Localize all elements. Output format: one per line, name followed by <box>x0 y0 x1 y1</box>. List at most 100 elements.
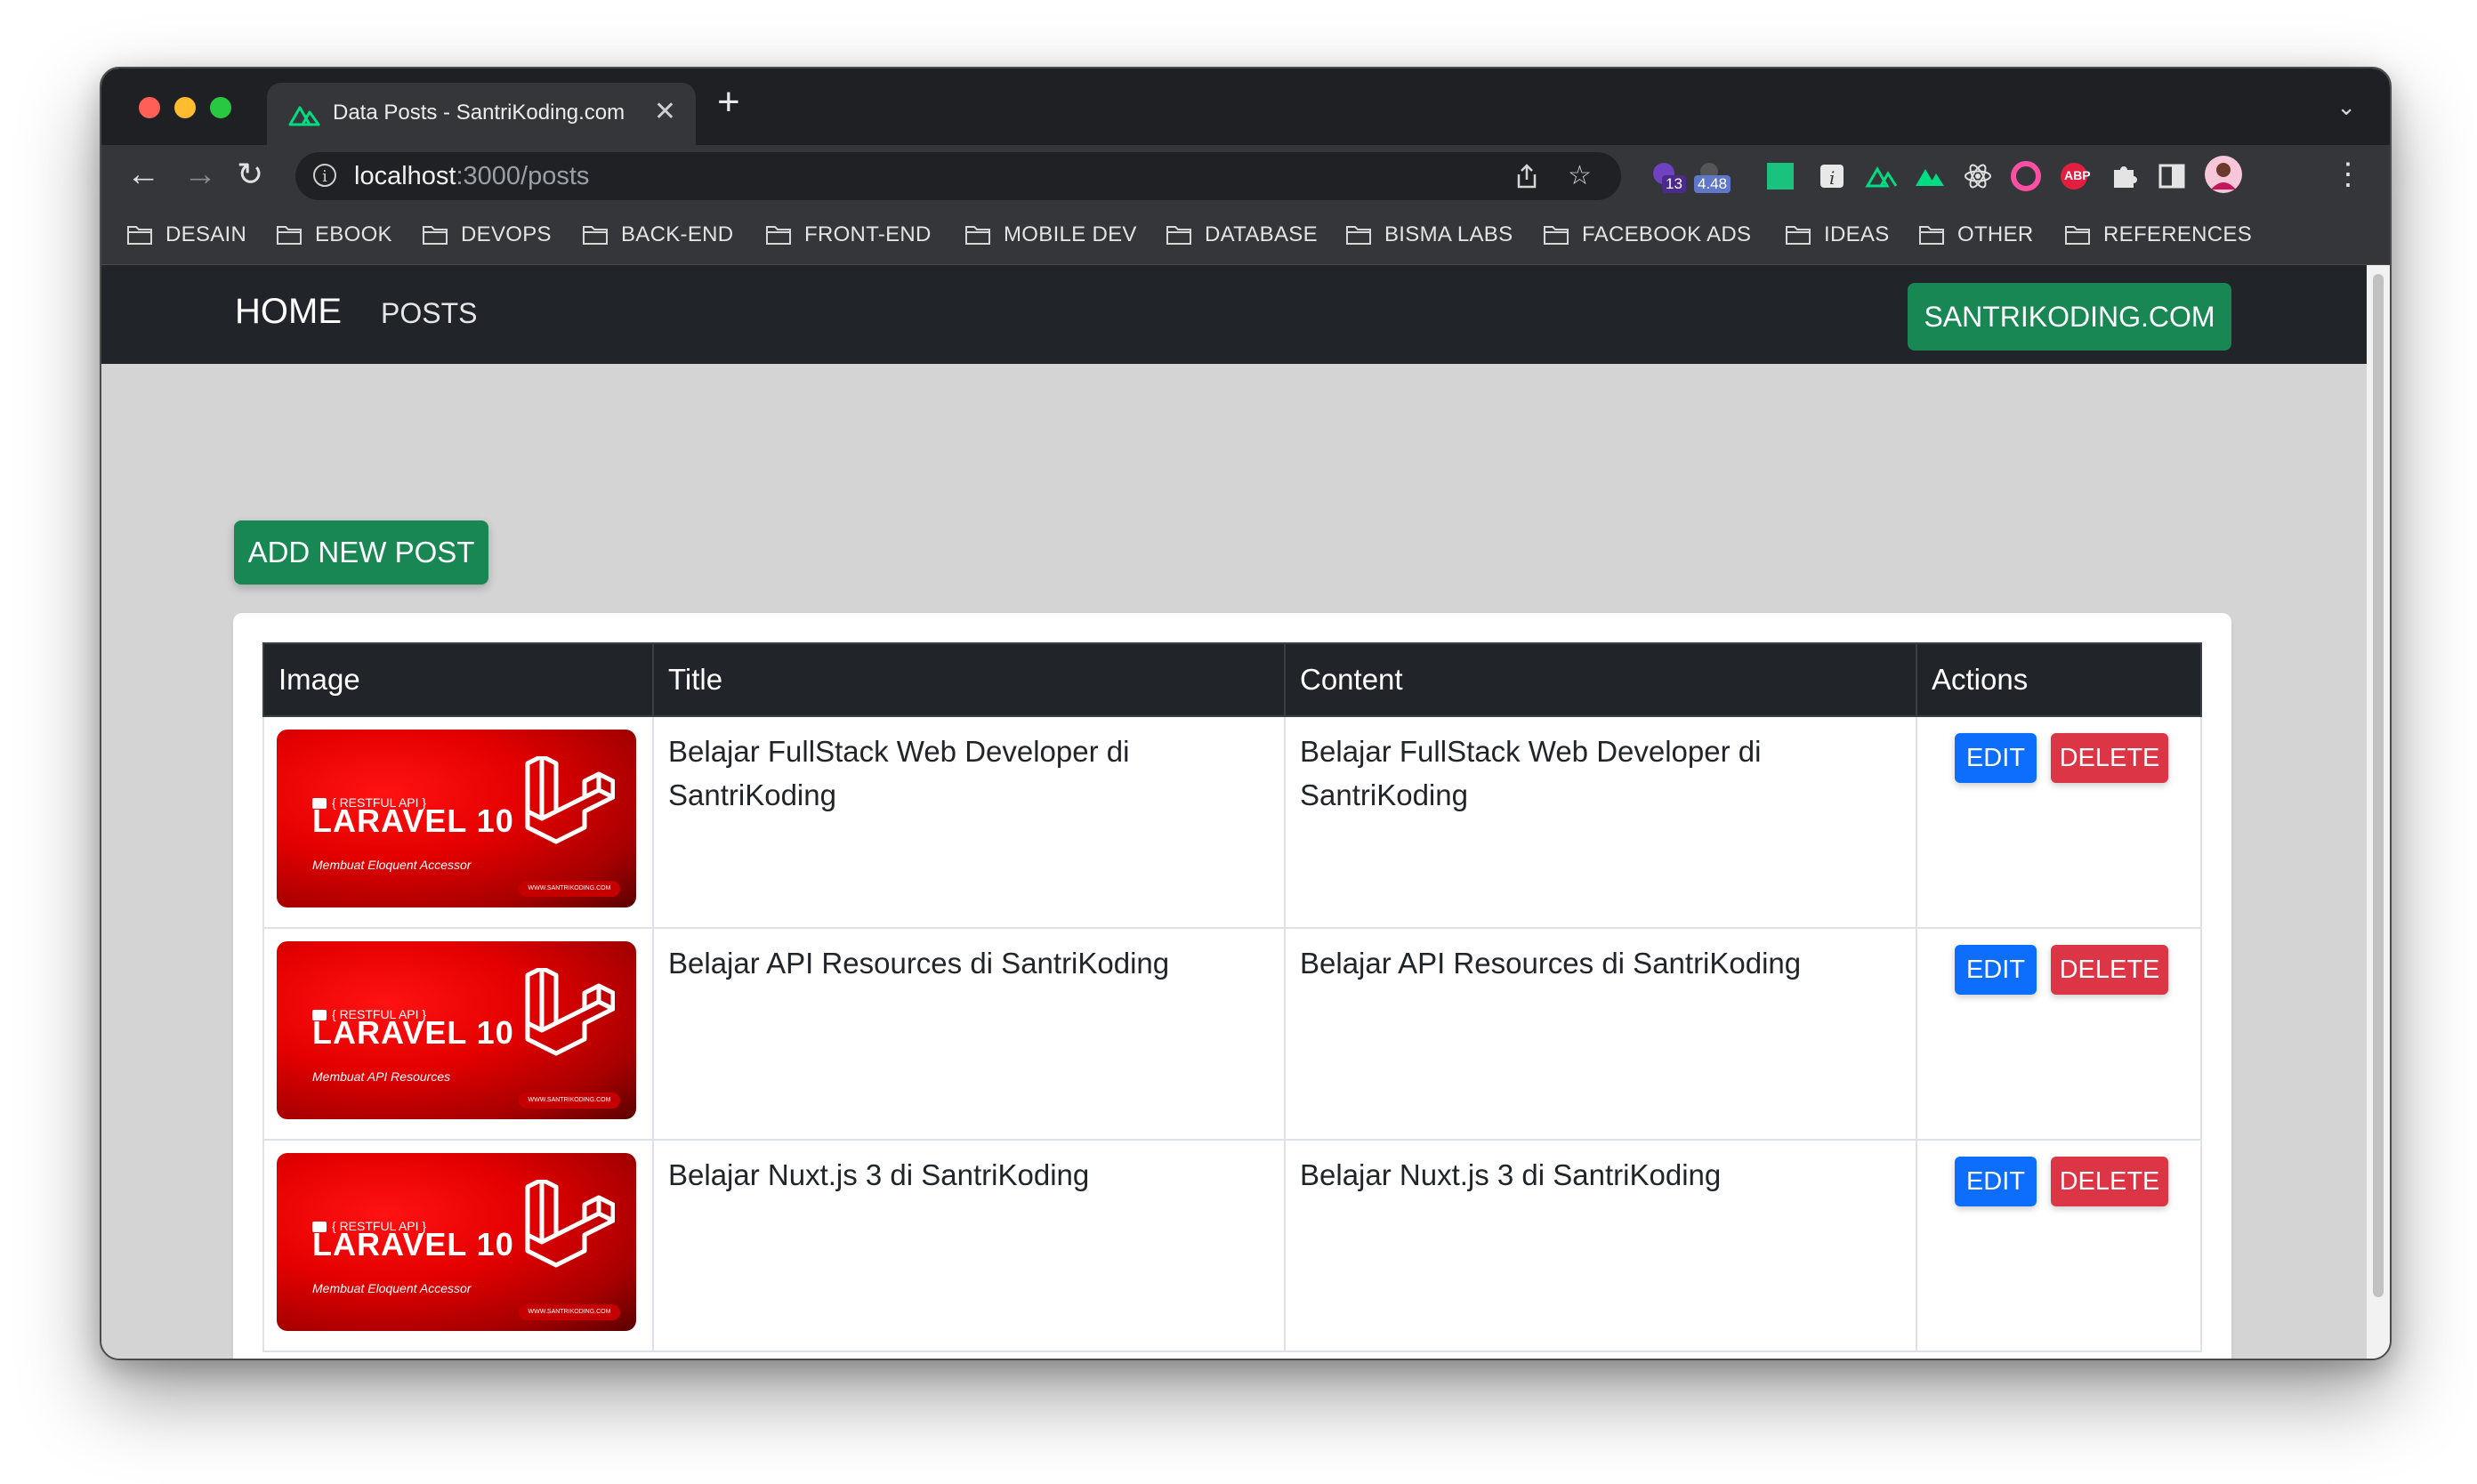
extension-info-icon[interactable]: i <box>1815 159 1849 193</box>
bookmark-folder[interactable]: BISMA LABS <box>1345 222 1513 248</box>
back-icon[interactable]: ← <box>126 154 160 195</box>
folder-icon <box>965 226 990 245</box>
close-window-button[interactable] <box>139 97 160 118</box>
color-picker-icon[interactable] <box>2009 159 2043 193</box>
bookmark-folder[interactable]: REFERENCES <box>2064 222 2252 248</box>
folder-icon <box>423 226 448 245</box>
column-header-actions: Actions <box>1916 642 2202 717</box>
url-text[interactable]: localhost:3000/posts <box>354 162 589 191</box>
bookmark-folder[interactable]: MOBILE DEV <box>964 222 1137 248</box>
thumbnail-url: WWW.SANTRIKODING.COM <box>519 1093 620 1109</box>
folder-icon <box>127 226 152 245</box>
column-header-image: Image <box>262 642 654 717</box>
minimize-window-button[interactable] <box>174 97 196 118</box>
forward-icon[interactable]: → <box>183 154 217 195</box>
posts-table: Image Title Content Actions { RESTFUL AP… <box>262 642 2202 1352</box>
address-bar[interactable]: i localhost:3000/posts ☆ <box>295 152 1621 200</box>
delete-button[interactable]: DELETE <box>2051 945 2168 995</box>
thumbnail-subtitle: Membuat Eloquent Accessor <box>312 1281 472 1295</box>
react-devtools-icon[interactable] <box>1961 159 1995 193</box>
maximize-window-button[interactable] <box>210 97 231 118</box>
site-info-icon[interactable]: i <box>313 164 336 187</box>
extension-metric-icon[interactable]: 4.48 <box>1692 159 1731 193</box>
profile-avatar[interactable] <box>2203 154 2242 193</box>
edit-button[interactable]: EDIT <box>1955 945 2037 995</box>
title-cell: Belajar Nuxt.js 3 di SantriKoding <box>652 1139 1286 1352</box>
edit-button[interactable]: EDIT <box>1955 1157 2037 1206</box>
tab-close-icon[interactable]: ✕ <box>654 96 676 127</box>
nuxt-icon <box>288 106 320 126</box>
image-cell: { RESTFUL API } LARAVEL 10 Membuat Eloqu… <box>262 1139 654 1352</box>
svg-text:i: i <box>1829 167 1835 189</box>
extension-puzzle-purple-icon[interactable]: 13 <box>1650 159 1686 193</box>
extension-badge: 13 <box>1662 175 1686 193</box>
add-new-post-button[interactable]: ADD NEW POST <box>234 520 488 585</box>
santrikoding-button[interactable]: SANTRIKODING.COM <box>1908 283 2231 351</box>
column-header-title: Title <box>652 642 1286 717</box>
extension-green-square-icon[interactable] <box>1763 159 1797 193</box>
actions-cell: EDIT DELETE <box>1916 1139 2202 1352</box>
table-header-row: Image Title Content Actions <box>262 642 2202 717</box>
table-row: { RESTFUL API } LARAVEL 10 Membuat Eloqu… <box>262 715 2202 929</box>
title-cell: Belajar FullStack Web Developer di Santr… <box>652 715 1286 929</box>
folder-icon <box>1786 226 1811 245</box>
bookmark-folder[interactable]: BACK-END <box>582 222 733 248</box>
thumbnail-url: WWW.SANTRIKODING.COM <box>519 1304 620 1320</box>
content-cell: Belajar FullStack Web Developer di Santr… <box>1284 715 1917 929</box>
adblock-plus-icon[interactable]: ABP <box>2057 159 2091 193</box>
edit-button[interactable]: EDIT <box>1955 733 2037 783</box>
bookmark-folder[interactable]: EBOOK <box>276 222 392 248</box>
actions-cell: EDIT DELETE <box>1916 715 2202 929</box>
nuxt-devtools-icon[interactable] <box>1865 159 1899 193</box>
tab-strip: Data Posts - SantriKoding.com ✕ + ⌄ <box>101 69 2390 145</box>
thumbnail-title: LARAVEL 10 <box>312 1014 514 1051</box>
vue-devtools-icon[interactable] <box>1913 159 1947 193</box>
post-thumbnail: { RESTFUL API } LARAVEL 10 Membuat Eloqu… <box>277 1153 636 1331</box>
table-row: { RESTFUL API } LARAVEL 10 Membuat API R… <box>262 927 2202 1141</box>
scrollbar-thumb[interactable] <box>2373 274 2384 1297</box>
bookmark-star-icon[interactable]: ☆ <box>1568 160 1592 191</box>
tab-search-icon[interactable]: ⌄ <box>2336 93 2356 121</box>
new-tab-button[interactable]: + <box>717 83 740 122</box>
delete-button[interactable]: DELETE <box>2051 733 2168 783</box>
bookmark-folder[interactable]: DESAIN <box>126 222 246 248</box>
laravel-logo-icon <box>525 968 615 1056</box>
post-thumbnail: { RESTFUL API } LARAVEL 10 Membuat Eloqu… <box>277 730 636 907</box>
image-cell: { RESTFUL API } LARAVEL 10 Membuat Eloqu… <box>262 715 654 929</box>
bookmark-folder[interactable]: DATABASE <box>1166 222 1318 248</box>
thumbnail-url: WWW.SANTRIKODING.COM <box>519 881 620 897</box>
nav-home-link[interactable]: HOME <box>235 292 342 332</box>
bookmarks-bar: DESAIN EBOOK DEVOPS BACK-END FRONT-END M… <box>101 206 2390 265</box>
nav-posts-link[interactable]: POSTS <box>381 297 477 330</box>
extensions-puzzle-icon[interactable] <box>2107 159 2141 193</box>
app-navbar: HOME POSTS SANTRIKODING.COM <box>101 265 2367 364</box>
laravel-logo-icon <box>525 1180 615 1268</box>
posts-card: Image Title Content Actions { RESTFUL AP… <box>233 613 2231 1359</box>
more-menu-icon[interactable]: ⋮ <box>2333 154 2363 195</box>
laravel-logo-icon <box>525 756 615 844</box>
thumbnail-subtitle: Membuat API Resources <box>312 1069 451 1084</box>
bookmark-folder[interactable]: OTHER <box>1918 222 2034 248</box>
folder-icon <box>1346 226 1371 245</box>
folder-icon <box>583 226 608 245</box>
folder-icon <box>277 226 302 245</box>
bookmark-folder[interactable]: FRONT-END <box>765 222 932 248</box>
bookmark-folder[interactable]: DEVOPS <box>422 222 552 248</box>
delete-button[interactable]: DELETE <box>2051 1157 2168 1206</box>
bookmark-folder[interactable]: FACEBOOK ADS <box>1543 222 1751 248</box>
bookmark-folder[interactable]: IDEAS <box>1785 222 1890 248</box>
browser-toolbar: ← → ↻ i localhost:3000/posts ☆ 13 4.48 i <box>101 145 2390 206</box>
share-icon[interactable] <box>1514 163 1539 190</box>
page-viewport: HOME POSTS SANTRIKODING.COM ADD NEW POST… <box>101 265 2367 1359</box>
image-cell: { RESTFUL API } LARAVEL 10 Membuat API R… <box>262 927 654 1141</box>
side-panel-icon[interactable] <box>2155 159 2189 193</box>
content-cell: Belajar Nuxt.js 3 di SantriKoding <box>1284 1139 1917 1352</box>
reload-icon[interactable]: ↻ <box>237 154 263 195</box>
extension-badge-value: 4.48 <box>1694 175 1731 193</box>
post-thumbnail: { RESTFUL API } LARAVEL 10 Membuat API R… <box>277 941 636 1119</box>
thumbnail-subtitle: Membuat Eloquent Accessor <box>312 858 472 872</box>
page-scrollbar[interactable] <box>2367 265 2390 1359</box>
tab-data-posts[interactable]: Data Posts - SantriKoding.com ✕ <box>267 83 696 145</box>
thumbnail-title: LARAVEL 10 <box>312 802 514 839</box>
folder-icon <box>2065 226 2090 245</box>
